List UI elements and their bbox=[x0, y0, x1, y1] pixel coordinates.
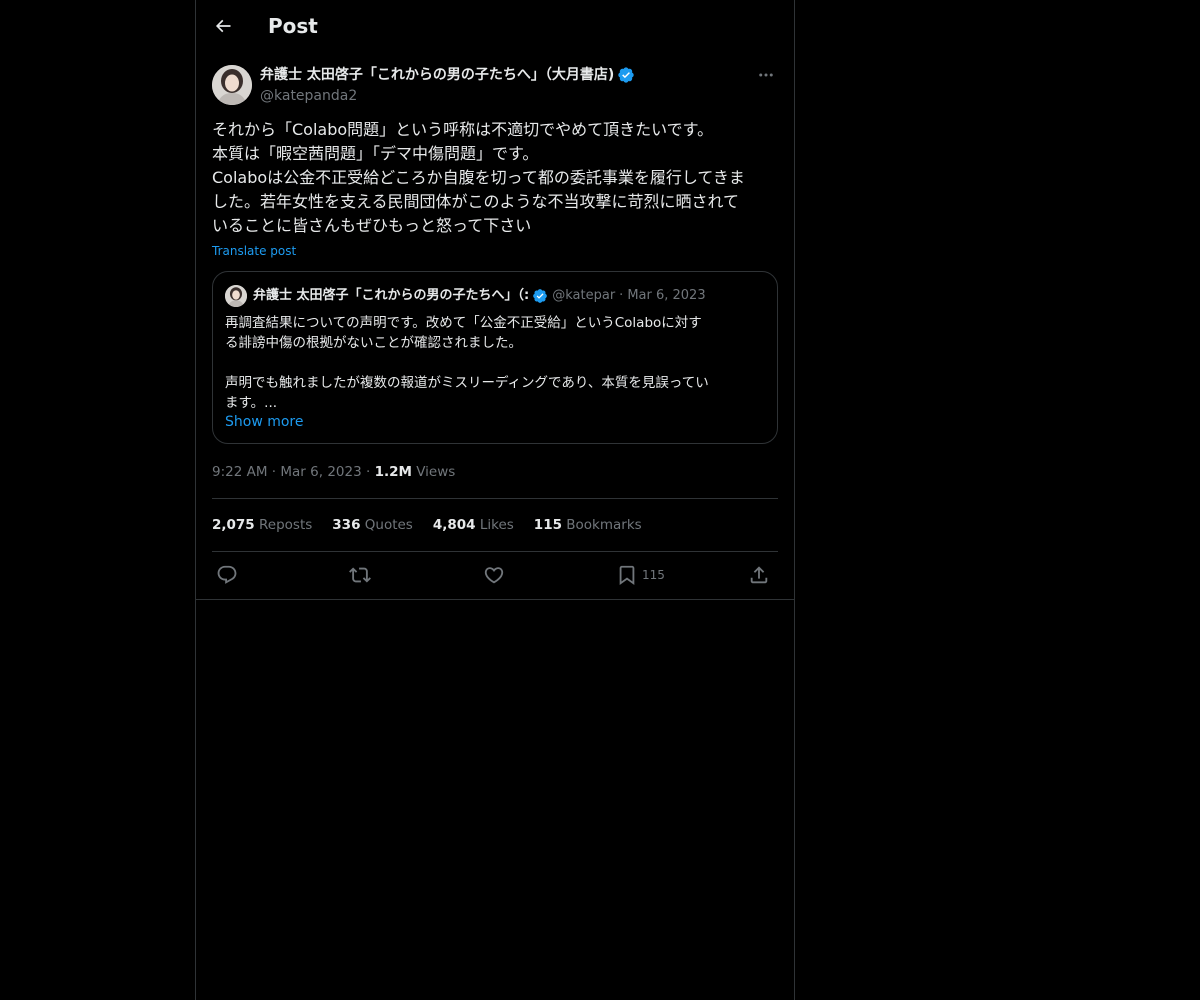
quote-date: Mar 6, 2023 bbox=[627, 288, 706, 303]
bookmark-icon bbox=[619, 565, 635, 586]
author-name[interactable]: 弁護士 太田啓子「これからの男の子たちへ」（大月書店) bbox=[260, 65, 635, 85]
stats-row: 2,075 Reposts 336 Quotes 4,804 Likes 115… bbox=[212, 515, 662, 535]
post-text: それから「Colabo問題」という呼称は不適切でやめて頂きたいです。 本質は「暇… bbox=[212, 118, 780, 238]
avatar[interactable] bbox=[212, 65, 252, 105]
meta-separator: · bbox=[271, 464, 277, 480]
post-text-line: いることに皆さんもぜひもっと怒って下さい bbox=[212, 216, 532, 235]
post-meta: 9:22 AM · Mar 6, 2023 · 1.2M Views bbox=[212, 462, 455, 482]
views-count: 1.2M bbox=[374, 464, 412, 480]
like-button[interactable] bbox=[483, 562, 505, 588]
verified-badge-icon bbox=[532, 288, 548, 304]
avatar-image bbox=[212, 65, 252, 105]
views-label: Views bbox=[416, 464, 456, 480]
share-button[interactable] bbox=[748, 562, 770, 588]
repost-icon bbox=[349, 567, 371, 583]
post-time[interactable]: 9:22 AM bbox=[212, 464, 268, 480]
quotes-label: Quotes bbox=[364, 517, 413, 533]
post-text-line: 本質は「暇空茜問題」「デマ中傷問題」です。 bbox=[212, 144, 539, 163]
quote-text-line: る誹謗中傷の根拠がないことが確認されました。 bbox=[225, 335, 522, 351]
quoted-post[interactable]: 弁護士 太田啓子「これからの男の子たちへ」（: @katepar · Mar 6… bbox=[212, 271, 778, 444]
share-icon bbox=[750, 566, 768, 584]
bookmark-button[interactable]: 115 bbox=[616, 562, 665, 588]
reposts-stat[interactable]: 2,075 Reposts bbox=[212, 515, 312, 535]
post-text-line: それから「Colabo問題」という呼称は不適切でやめて頂きたいです。 bbox=[212, 120, 714, 139]
verified-badge-icon bbox=[617, 66, 635, 84]
quote-avatar bbox=[225, 285, 247, 307]
more-horizontal-icon bbox=[759, 73, 773, 77]
reply-button[interactable] bbox=[216, 562, 238, 588]
quote-text-line: 声明でも触れましたが複数の報道がミスリーディングであり、本質を見誤ってい bbox=[225, 375, 709, 391]
bookmark-count: 115 bbox=[642, 568, 665, 582]
divider bbox=[212, 498, 778, 499]
more-button[interactable] bbox=[754, 65, 778, 85]
likes-label: Likes bbox=[479, 517, 514, 533]
quotes-count: 336 bbox=[332, 517, 361, 533]
post-text-line: Colaboは公金不正受給どころか自腹を切って都の委託事業を履行してきま bbox=[212, 168, 745, 187]
translate-post-link[interactable]: Translate post bbox=[212, 242, 296, 260]
quote-text-line: 再調査結果についての声明です。改めて「公金不正受給」というColaboに対す bbox=[225, 315, 702, 331]
page-title: Post bbox=[268, 14, 318, 38]
bookmarks-stat[interactable]: 115 Bookmarks bbox=[534, 515, 642, 535]
reposts-count: 2,075 bbox=[212, 517, 255, 533]
bookmarks-label: Bookmarks bbox=[566, 517, 642, 533]
meta-separator: · bbox=[365, 464, 371, 480]
quote-text-line bbox=[225, 353, 765, 373]
divider bbox=[212, 551, 778, 552]
quote-separator: · bbox=[619, 288, 624, 303]
arrow-left-icon bbox=[215, 19, 231, 33]
quote-text-line: ます。... bbox=[225, 395, 278, 411]
post-bottom-border bbox=[196, 599, 794, 600]
heart-icon bbox=[484, 567, 504, 584]
author-name-text: 弁護士 太田啓子「これからの男の子たちへ」（大月書店) bbox=[260, 67, 615, 83]
quote-author-handle: @katepar bbox=[552, 288, 616, 303]
author-row: 弁護士 太田啓子「これからの男の子たちへ」（大月書店) @katepanda2 bbox=[212, 65, 778, 107]
show-more-link[interactable]: Show more bbox=[225, 412, 304, 432]
post-date[interactable]: Mar 6, 2023 bbox=[280, 464, 361, 480]
quote-text: 再調査結果についての声明です。改めて「公金不正受給」というColaboに対す る… bbox=[225, 313, 765, 413]
reply-icon bbox=[217, 565, 237, 584]
back-button[interactable] bbox=[208, 11, 238, 41]
quote-author-name: 弁護士 太田啓子「これからの男の子たちへ」（: bbox=[253, 288, 530, 303]
quotes-stat[interactable]: 336 Quotes bbox=[332, 515, 413, 535]
bookmarks-count: 115 bbox=[533, 517, 562, 533]
quote-header: 弁護士 太田啓子「これからの男の子たちへ」（: @katepar · Mar 6… bbox=[253, 286, 767, 306]
author-handle[interactable]: @katepanda2 bbox=[260, 86, 357, 106]
post-text-line: した。若年女性を支える民間団体がこのような不当攻撃に苛烈に晒されて bbox=[212, 192, 740, 211]
likes-stat[interactable]: 4,804 Likes bbox=[433, 515, 514, 535]
action-bar: 115 bbox=[212, 562, 778, 588]
repost-button[interactable] bbox=[349, 562, 371, 588]
likes-count: 4,804 bbox=[432, 517, 476, 533]
post-column: Post 弁護士 太田啓子「これからの男の子たちへ」（大月書店) @katepa… bbox=[195, 0, 795, 1000]
header: Post bbox=[196, 0, 794, 53]
reposts-label: Reposts bbox=[259, 517, 313, 533]
